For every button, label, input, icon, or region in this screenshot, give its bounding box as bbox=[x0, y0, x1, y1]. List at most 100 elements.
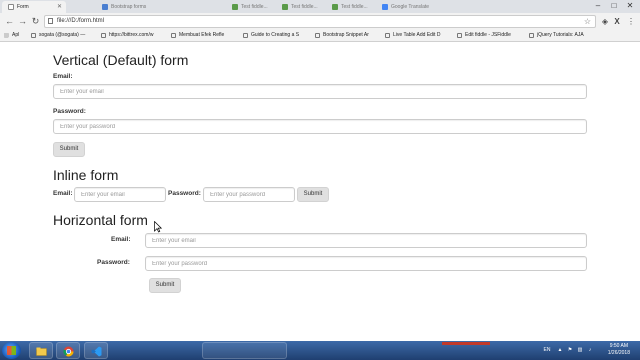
extension-x-icon[interactable]: X bbox=[612, 16, 622, 27]
bookmark-item[interactable]: Membuat Efek Refle bbox=[170, 30, 236, 41]
tray-chevron-icon[interactable]: ▲ bbox=[556, 341, 564, 360]
vertical-email-label: Email: bbox=[53, 73, 73, 80]
taskbar-app-vscode[interactable] bbox=[84, 342, 108, 359]
chrome-icon bbox=[63, 346, 74, 357]
vertical-password-label: Password: bbox=[53, 108, 86, 115]
taskbar-running-window[interactable] bbox=[202, 342, 287, 359]
vertical-form-title: Vertical (Default) form bbox=[53, 52, 189, 68]
taskbar-app-explorer[interactable] bbox=[29, 342, 53, 359]
bookmark-favicon-icon bbox=[529, 33, 534, 38]
favicon-icon bbox=[232, 4, 238, 10]
tab-title: Test fiddle... bbox=[341, 4, 368, 10]
start-button[interactable] bbox=[2, 342, 21, 359]
bookmarks-bar: Apl sogata (@sogata) — https://bittrex.c… bbox=[0, 30, 640, 42]
maximize-button[interactable]: □ bbox=[606, 0, 622, 13]
favicon-icon bbox=[382, 4, 388, 10]
favicon-icon bbox=[332, 4, 338, 10]
horizontal-form-title: Horizontal form bbox=[53, 212, 148, 228]
folder-icon bbox=[36, 347, 47, 356]
bookmark-item[interactable]: jQuery Tutorials: AJA bbox=[528, 30, 594, 41]
inline-form-title: Inline form bbox=[53, 167, 119, 183]
address-bar[interactable]: file:///D:/form.html ☆ bbox=[44, 15, 596, 28]
tab-item[interactable]: Test fiddle... bbox=[276, 1, 326, 13]
bookmark-label: Membuat Efek Refle bbox=[179, 32, 225, 38]
bookmark-item[interactable]: Guide to Creating a S bbox=[242, 30, 308, 41]
inline-email-label: Email: bbox=[53, 190, 73, 197]
bookmark-favicon-icon bbox=[243, 33, 248, 38]
tab-item[interactable]: Google Translate bbox=[376, 1, 436, 13]
bookmark-item[interactable]: Live Table Add Edit D bbox=[384, 30, 450, 41]
flag-icon[interactable]: ⚑ bbox=[566, 341, 574, 360]
menu-icon[interactable]: ⋮ bbox=[626, 16, 636, 27]
bookmark-label: https://bittrex.com/w bbox=[109, 32, 154, 38]
bookmark-item[interactable]: Edit fiddle - JSFiddle bbox=[456, 30, 524, 41]
volume-icon[interactable]: ♪ bbox=[586, 341, 594, 360]
extension-icon[interactable]: ◈ bbox=[600, 16, 610, 27]
vscode-icon bbox=[91, 346, 102, 357]
horizontal-password-label: Password: bbox=[97, 259, 130, 266]
horizontal-email-label: Email: bbox=[111, 236, 131, 243]
bookmark-label: sogata (@sogata) — bbox=[39, 32, 86, 38]
back-arrow-icon[interactable]: ← bbox=[4, 16, 15, 27]
bookmark-item[interactable]: sogata (@sogata) — bbox=[30, 30, 92, 41]
bookmark-label: Guide to Creating a S bbox=[251, 32, 300, 38]
bookmark-label: Edit fiddle - JSFiddle bbox=[465, 32, 511, 38]
inline-password-input[interactable] bbox=[203, 187, 295, 202]
system-clock[interactable]: 9:50 AM 1/26/2018 bbox=[608, 343, 630, 357]
taskbar-highlight bbox=[442, 342, 490, 345]
tab-title: Form bbox=[17, 4, 29, 10]
page-content: Vertical (Default) form Email: Password:… bbox=[0, 43, 640, 341]
windows-logo-icon bbox=[7, 346, 16, 355]
mouse-cursor-icon bbox=[154, 221, 162, 233]
bookmark-label: jQuery Tutorials: AJA bbox=[537, 32, 584, 38]
taskbar: EN ▲ ⚑ ▥ ♪ 9:50 AM 1/26/2018 bbox=[0, 341, 640, 360]
tab-item[interactable]: Bootstrap forms bbox=[96, 1, 156, 13]
clock-date: 1/26/2018 bbox=[607, 350, 630, 356]
tab-strip: Form ✕ Bootstrap forms Test fiddle... Te… bbox=[0, 0, 640, 13]
tab-form[interactable]: Form ✕ bbox=[2, 1, 66, 13]
bookmark-star-icon[interactable]: ☆ bbox=[584, 16, 591, 27]
bookmark-favicon-icon bbox=[171, 33, 176, 38]
bookmark-item[interactable]: Bootstrap Snippet Ar bbox=[314, 30, 380, 41]
taskbar-app-chrome[interactable] bbox=[56, 342, 80, 359]
bookmark-favicon-icon bbox=[385, 33, 390, 38]
bookmark-label: Apl bbox=[12, 32, 20, 38]
apps-grid-icon bbox=[4, 33, 9, 38]
horizontal-submit-button[interactable]: Submit bbox=[149, 278, 181, 293]
favicon-icon bbox=[102, 4, 108, 10]
vertical-email-input[interactable] bbox=[53, 84, 587, 99]
bookmark-item[interactable]: https://bittrex.com/w bbox=[100, 30, 164, 41]
tab-title: Test fiddle... bbox=[241, 4, 268, 10]
navigation-bar: ← → ↻ file:///D:/form.html ☆ ◈ X ⋮ bbox=[0, 13, 640, 30]
bookmark-favicon-icon bbox=[101, 33, 106, 38]
language-indicator[interactable]: EN bbox=[540, 341, 554, 360]
horizontal-password-input[interactable] bbox=[145, 256, 587, 271]
inline-submit-button[interactable]: Submit bbox=[297, 187, 329, 202]
close-tab-icon[interactable]: ✕ bbox=[57, 1, 62, 13]
page-favicon-icon bbox=[8, 4, 14, 10]
inline-email-input[interactable] bbox=[74, 187, 166, 202]
clock-time: 9:50 AM bbox=[609, 343, 629, 349]
vertical-password-input[interactable] bbox=[53, 119, 587, 134]
bookmark-favicon-icon bbox=[31, 33, 36, 38]
horizontal-email-input[interactable] bbox=[145, 233, 587, 248]
bookmark-favicon-icon bbox=[457, 33, 462, 38]
bookmark-apps[interactable]: Apl bbox=[3, 30, 29, 41]
tab-title: Google Translate bbox=[391, 4, 430, 10]
tab-item[interactable]: Test fiddle... bbox=[326, 1, 376, 13]
bookmark-label: Bootstrap Snippet Ar bbox=[323, 32, 369, 38]
minimize-button[interactable]: – bbox=[590, 0, 606, 13]
vertical-submit-button[interactable]: Submit bbox=[53, 142, 85, 157]
favicon-icon bbox=[282, 4, 288, 10]
close-window-button[interactable]: ✕ bbox=[622, 0, 638, 13]
tab-item[interactable]: Test fiddle... bbox=[226, 1, 276, 13]
reload-icon[interactable]: ↻ bbox=[30, 16, 41, 27]
tab-title: Test fiddle... bbox=[291, 4, 318, 10]
network-icon[interactable]: ▥ bbox=[576, 341, 584, 360]
tab-title: Bootstrap forms bbox=[111, 4, 147, 10]
address-text: file:///D:/form.html bbox=[57, 18, 105, 24]
bookmark-favicon-icon bbox=[315, 33, 320, 38]
forward-arrow-icon[interactable]: → bbox=[17, 16, 28, 27]
page-icon bbox=[48, 18, 53, 24]
bookmark-label: Live Table Add Edit D bbox=[393, 32, 441, 38]
